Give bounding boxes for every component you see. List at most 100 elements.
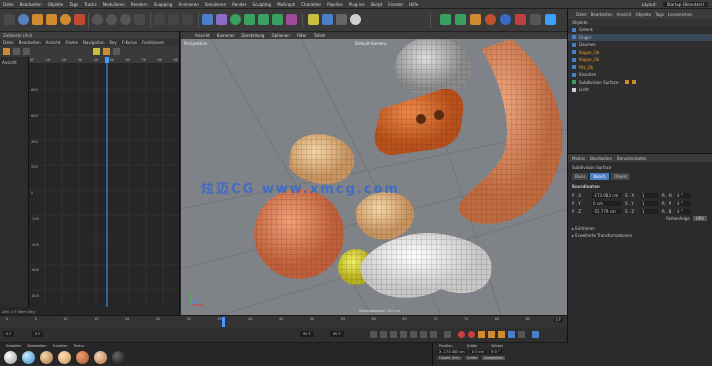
coord-value-field[interactable]: X -173.083 cm	[437, 350, 467, 354]
array-icon[interactable]	[244, 14, 255, 25]
tag-icon[interactable]	[625, 80, 630, 85]
snap-icon[interactable]	[103, 48, 110, 55]
menu-item[interactable]: Lesezeichen	[668, 12, 693, 17]
menu-item[interactable]: Pipeline	[327, 2, 343, 7]
menu-item[interactable]: Benutzerdaten	[617, 156, 647, 161]
material-ball[interactable]	[112, 351, 125, 364]
coord-field[interactable]: 0 °	[676, 208, 691, 214]
menu-item[interactable]: Funktion	[53, 344, 68, 348]
timeline-settings-icon[interactable]	[532, 331, 539, 338]
object-row[interactable]: Pilz_Ob	[568, 64, 712, 72]
menu-item[interactable]: Ansicht	[617, 12, 632, 17]
key-icon[interactable]	[3, 48, 10, 55]
menu-item[interactable]: Rendern	[131, 2, 148, 7]
material-ball[interactable]	[94, 351, 107, 364]
order-select[interactable]: HPB	[692, 216, 707, 221]
mograph-icon[interactable]	[440, 14, 451, 25]
next-frame-icon[interactable]	[410, 331, 417, 338]
render-settings-icon[interactable]	[182, 14, 193, 25]
menu-item[interactable]: Modus	[572, 156, 585, 161]
viewport-menu-item[interactable]: Ansicht	[195, 33, 210, 38]
z-axis-icon[interactable]	[120, 14, 131, 25]
menu-item[interactable]: Hilfe	[409, 2, 418, 7]
menu-item[interactable]: Bearbeiten	[19, 40, 41, 45]
menu-item[interactable]: Ansicht	[46, 40, 61, 45]
menu-item[interactable]: Bearbeiten	[20, 2, 42, 7]
sculpt-icon[interactable]	[470, 14, 481, 25]
close-tool-icon[interactable]	[515, 14, 526, 25]
coord-field[interactable]: 0 °	[676, 200, 691, 206]
coord-field[interactable]: 0 °	[676, 192, 691, 198]
object-row[interactable]: Daumen	[568, 41, 712, 49]
prev-key-icon[interactable]	[380, 331, 387, 338]
timeline-ruler[interactable]: 0 5 10 15 20 25 30 35 40 45 50 55 60 65 …	[0, 315, 567, 328]
menu-item[interactable]: Tags	[655, 12, 664, 17]
menu-item[interactable]: Bearbeiten	[27, 344, 46, 348]
render-view-icon[interactable]	[154, 14, 165, 25]
cube-icon[interactable]	[202, 14, 213, 25]
layout-select[interactable]: Startup (Benutzer)	[662, 1, 708, 7]
sky-icon[interactable]	[336, 14, 347, 25]
menu-item[interactable]: Datei	[3, 2, 14, 7]
camera-icon[interactable]	[308, 14, 319, 25]
loop-icon[interactable]	[444, 331, 451, 338]
tab-object[interactable]: Objekt	[611, 173, 631, 180]
start-frame-field[interactable]: 0 F	[3, 331, 15, 337]
subdivision-icon[interactable]	[230, 14, 241, 25]
bend-icon[interactable]	[258, 14, 269, 25]
y-axis-icon[interactable]	[106, 14, 117, 25]
tag-icon[interactable]	[632, 80, 637, 85]
layout-icon[interactable]	[530, 14, 541, 25]
current-frame-field[interactable]: 0 F	[553, 318, 563, 322]
zoom-icon[interactable]	[113, 48, 120, 55]
cloner-icon[interactable]	[455, 14, 466, 25]
coord-field[interactable]: 1	[641, 192, 658, 198]
menu-item[interactable]: Objekte	[635, 12, 651, 17]
scale-icon[interactable]	[46, 14, 57, 25]
material-ball[interactable]	[58, 351, 71, 364]
coord-field[interactable]: -55.779 cm	[592, 208, 621, 214]
viewport-menu-item[interactable]: Darstellung	[241, 33, 264, 38]
coord-value-field[interactable]: X 0 cm	[469, 350, 486, 354]
coord-system-icon[interactable]	[134, 14, 145, 25]
3d-viewport[interactable]: Ansicht Kameras Darstellung Optionen Fil…	[181, 32, 567, 315]
menu-item[interactable]: Sculpting	[252, 2, 271, 7]
menu-item[interactable]: Modulieren	[103, 2, 125, 7]
menu-item[interactable]: Bearbeiten	[591, 12, 613, 17]
menu-item[interactable]: Bearbeiten	[590, 156, 612, 161]
coord-value-field[interactable]: H 0 °	[488, 350, 502, 354]
go-to-start-icon[interactable]	[370, 331, 377, 338]
undo-icon[interactable]	[4, 14, 15, 25]
object-row[interactable]: Knochen	[568, 71, 712, 79]
menu-item[interactable]: Funktionen	[142, 40, 164, 45]
coord-field[interactable]: 1	[641, 200, 658, 206]
object-row[interactable]: Gelenk	[568, 26, 712, 34]
x-axis-icon[interactable]	[92, 14, 103, 25]
key-scale-icon[interactable]	[488, 331, 495, 338]
material-ball[interactable]	[4, 351, 17, 364]
menu-item[interactable]: Tags	[69, 2, 78, 7]
menu-item[interactable]: Datei	[576, 12, 587, 17]
menu-item[interactable]: Textur	[74, 344, 85, 348]
menu-item[interactable]: Key	[109, 40, 116, 45]
coord-field[interactable]: 0 cm	[592, 200, 621, 206]
viewport-menu-item[interactable]: Kameras	[217, 33, 235, 38]
object-row[interactable]: Finger	[568, 33, 712, 41]
menu-item[interactable]: Fenster	[388, 2, 403, 7]
tab-coord[interactable]: Koord.	[590, 173, 610, 180]
key-position-icon[interactable]	[478, 331, 485, 338]
apply-button[interactable]: Anwenden	[482, 356, 505, 360]
viewport-menu-item[interactable]: Tafeln	[314, 33, 326, 38]
record-icon[interactable]	[458, 331, 465, 338]
menu-item[interactable]: Charakter	[301, 2, 321, 7]
rotate-icon[interactable]	[60, 14, 71, 25]
section-advanced[interactable]: ▸ Erweiterte Transformationen	[568, 232, 712, 239]
pen-icon[interactable]	[216, 14, 227, 25]
material-ball[interactable]	[76, 351, 89, 364]
menu-item[interactable]: MoGraph	[277, 2, 295, 7]
recent-tool-icon[interactable]	[74, 14, 85, 25]
key-rotation-icon[interactable]	[498, 331, 505, 338]
coord-field[interactable]: -173.083 cm	[592, 192, 621, 198]
fcurve-graph[interactable]	[29, 57, 179, 307]
object-row[interactable]: Subdivision Surface	[568, 79, 712, 87]
